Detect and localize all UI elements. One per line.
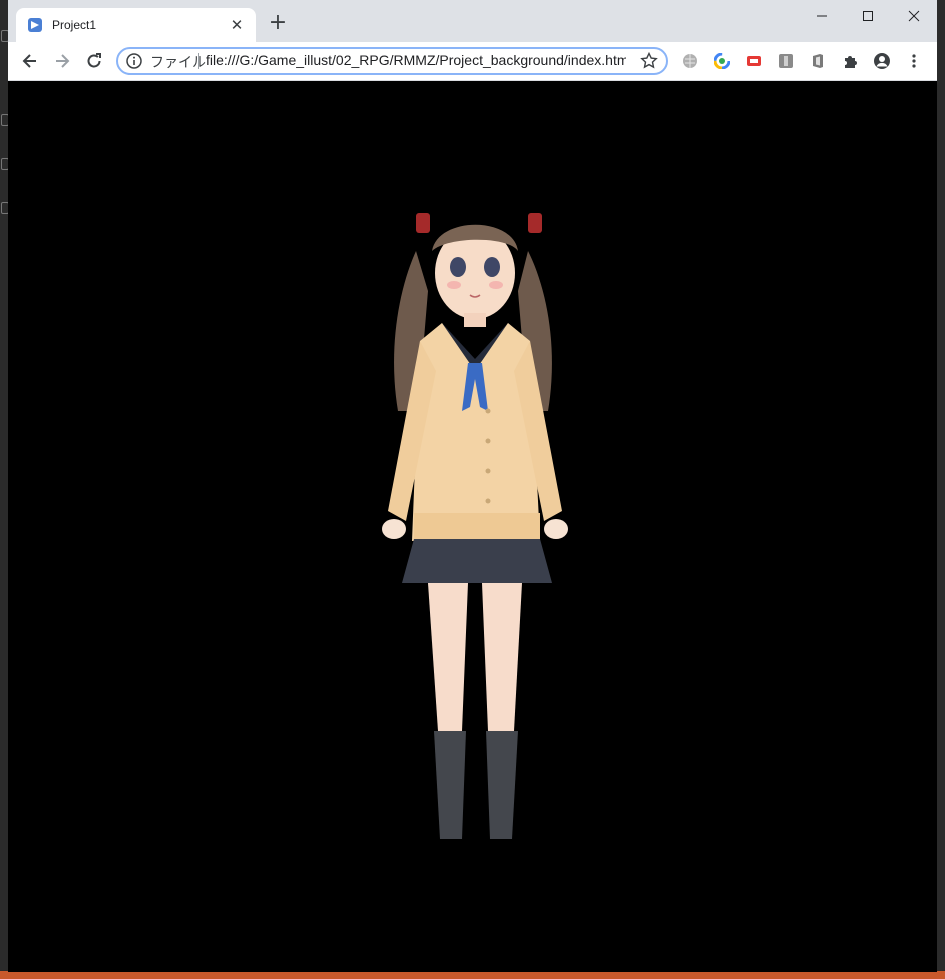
url-text[interactable]: file:///G:/Game_illust/02_RPG/RMMZ/Proje… <box>206 52 626 68</box>
page-viewport[interactable] <box>8 81 937 972</box>
close-window-button[interactable] <box>891 0 937 32</box>
reload-icon <box>87 53 101 68</box>
minimize-button[interactable] <box>799 0 845 32</box>
globe-extension-icon[interactable] <box>682 53 698 69</box>
tab-close-button[interactable]: ✕ <box>226 14 248 36</box>
forward-arrow-icon <box>56 54 70 68</box>
character-illustration <box>382 213 568 839</box>
minimize-icon <box>817 15 827 17</box>
maximize-icon <box>863 11 873 21</box>
office-extension-icon[interactable] <box>810 53 826 69</box>
forward-button[interactable] <box>50 49 74 73</box>
red-extension-icon[interactable] <box>746 53 762 69</box>
toolbar: ファイル file:///G:/Game_illust/02_RPG/RMMZ/… <box>8 42 937 81</box>
right-editor-strip <box>937 0 945 979</box>
google-extension-icon[interactable] <box>714 53 730 69</box>
tab-project1[interactable]: Project1 ✕ <box>16 8 256 42</box>
info-icon[interactable] <box>126 53 142 69</box>
bookmark-star-icon[interactable] <box>640 52 658 70</box>
tab-title: Project1 <box>52 18 97 32</box>
maximize-button[interactable] <box>845 0 891 32</box>
tab-strip: Project1 ✕ + <box>8 0 937 42</box>
left-editor-strip <box>0 0 9 979</box>
new-tab-button[interactable]: + <box>266 12 290 36</box>
more-menu-icon[interactable] <box>906 53 922 69</box>
back-button[interactable] <box>18 49 42 73</box>
back-arrow-icon <box>22 54 36 68</box>
reload-button[interactable] <box>82 49 106 73</box>
gray-extension-icon[interactable] <box>778 53 794 69</box>
browser-window: Project1 ✕ + ファイル file:///G:/Game_illust… <box>8 0 937 972</box>
status-bar <box>0 971 945 979</box>
profile-avatar-icon[interactable] <box>874 53 890 69</box>
puzzle-extensions-icon[interactable] <box>842 53 858 69</box>
close-icon <box>908 10 920 22</box>
divider <box>198 53 199 69</box>
favicon-icon <box>28 18 42 32</box>
address-bar[interactable]: ファイル file:///G:/Game_illust/02_RPG/RMMZ/… <box>116 47 668 75</box>
